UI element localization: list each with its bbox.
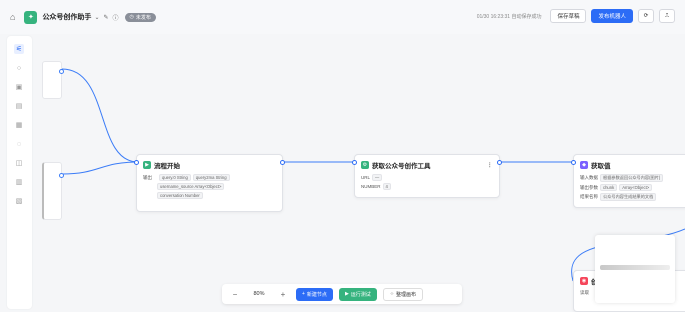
app-logo-icon: ✦ [24,10,38,24]
zoom-out-icon[interactable]: − [228,290,242,299]
start-node[interactable]: ▶ 流程开始 输出 query.0 String query2ma String … [134,154,285,212]
bottom-toolbar: − 80% + + 新建节点 ▶ 运行测试 ⁘ 整理画布 [222,284,462,304]
param-value: — [372,174,383,181]
floating-popup[interactable] [595,235,675,303]
value-icon: ◆ [580,161,588,169]
toolbar-right: 01/30 16:23:31 自动保存成功 保存草稿 发布机器人 ⟳ ⎍ [477,9,675,23]
param-label: NUMBER [361,184,381,189]
param-label: URL [361,175,371,180]
param-label: 输出参数 [580,184,598,190]
zoom-level[interactable]: 80% [248,291,270,297]
value-node-title: 获取值 [591,163,611,170]
workflow-canvas[interactable]: ▶ 流程开始 输出 query.0 String query2ma String … [0,34,685,312]
input-handle[interactable] [134,160,139,165]
lower-node-desc: 读取 [580,290,589,295]
param-value: 根据参数返回公众号内容(图片) [600,174,664,182]
param-tag: conversation Number [157,192,203,199]
param-tag: username_source Array<Object> [157,183,225,190]
clock-icon: ◷ [129,14,134,20]
app-title: 公众号创作助手 [42,14,92,21]
param-label: 结果名称 [580,194,598,199]
param-tag: query2ma String [192,174,230,181]
info-icon[interactable]: ⓘ [113,13,119,22]
more-icon[interactable]: ⋮ [487,161,494,169]
start-node-title: 流程开始 [154,163,180,170]
zoom-in-icon[interactable]: + [276,290,290,299]
lower-node-icon: ◉ [580,277,588,285]
param-tag: query.0 String [159,174,191,181]
organize-icon: ⁘ [389,291,395,297]
run-test-button[interactable]: ▶ 运行测试 [338,287,377,301]
publish-button[interactable]: 发布机器人 [591,9,633,23]
param-value: 4 [382,183,391,190]
value-node[interactable]: ◆ 获取值 输入数据 根据参数返回公众号内容(图片) 输出参数 chunk Array<… [571,154,685,208]
output-handle[interactable] [497,160,502,165]
edge-2 [61,161,139,175]
output-label: 输出 [143,174,152,180]
param-value: chunk [600,184,618,191]
edit-icon[interactable]: ✎ [103,14,108,21]
param-type: Array<Object> [619,184,653,191]
add-node-button[interactable]: + 新建节点 [296,287,333,301]
play-icon: ▶ [344,291,349,297]
organize-button[interactable]: ⁘ 整理画布 [382,287,424,301]
collapsed-node-1[interactable] [42,61,64,99]
status-badge: ◷ 未发布 [124,12,156,22]
history-icon[interactable]: ⟳ [638,9,654,23]
save-status: 01/30 16:23:31 自动保存成功 [476,13,542,20]
home-icon[interactable]: ⌂ [10,12,15,22]
tool-node[interactable]: ⚙ 获取公众号创作工具 ⋮ URL — NUMBER 4 [352,154,502,198]
tool-node-title: 获取公众号创作工具 [372,163,431,170]
edge-1 [61,68,139,163]
collapsed-node-2[interactable] [42,162,64,220]
layout-icon[interactable]: ⎍ [659,9,675,23]
top-toolbar: ⌂ ✦ 公众号创作助手 ⌄ ✎ ⓘ ◷ 未发布 01/30 16:23:31 自动… [0,0,685,34]
plus-icon: + [302,291,305,297]
output-handle[interactable] [59,69,64,74]
tool-icon: ⚙ [361,161,369,169]
start-icon: ▶ [143,161,151,169]
output-handle[interactable] [280,160,285,165]
output-handle[interactable] [59,173,64,178]
loading-placeholder [600,265,670,270]
input-handle[interactable] [352,160,357,165]
param-value: 公众号内容生成结果的文档 [600,193,657,201]
input-handle[interactable] [571,160,576,165]
param-label: 输入数据 [580,175,598,180]
chevron-down-icon[interactable]: ⌄ [94,14,99,21]
status-text: 未发布 [135,14,151,21]
save-draft-button[interactable]: 保存草稿 [550,9,587,23]
